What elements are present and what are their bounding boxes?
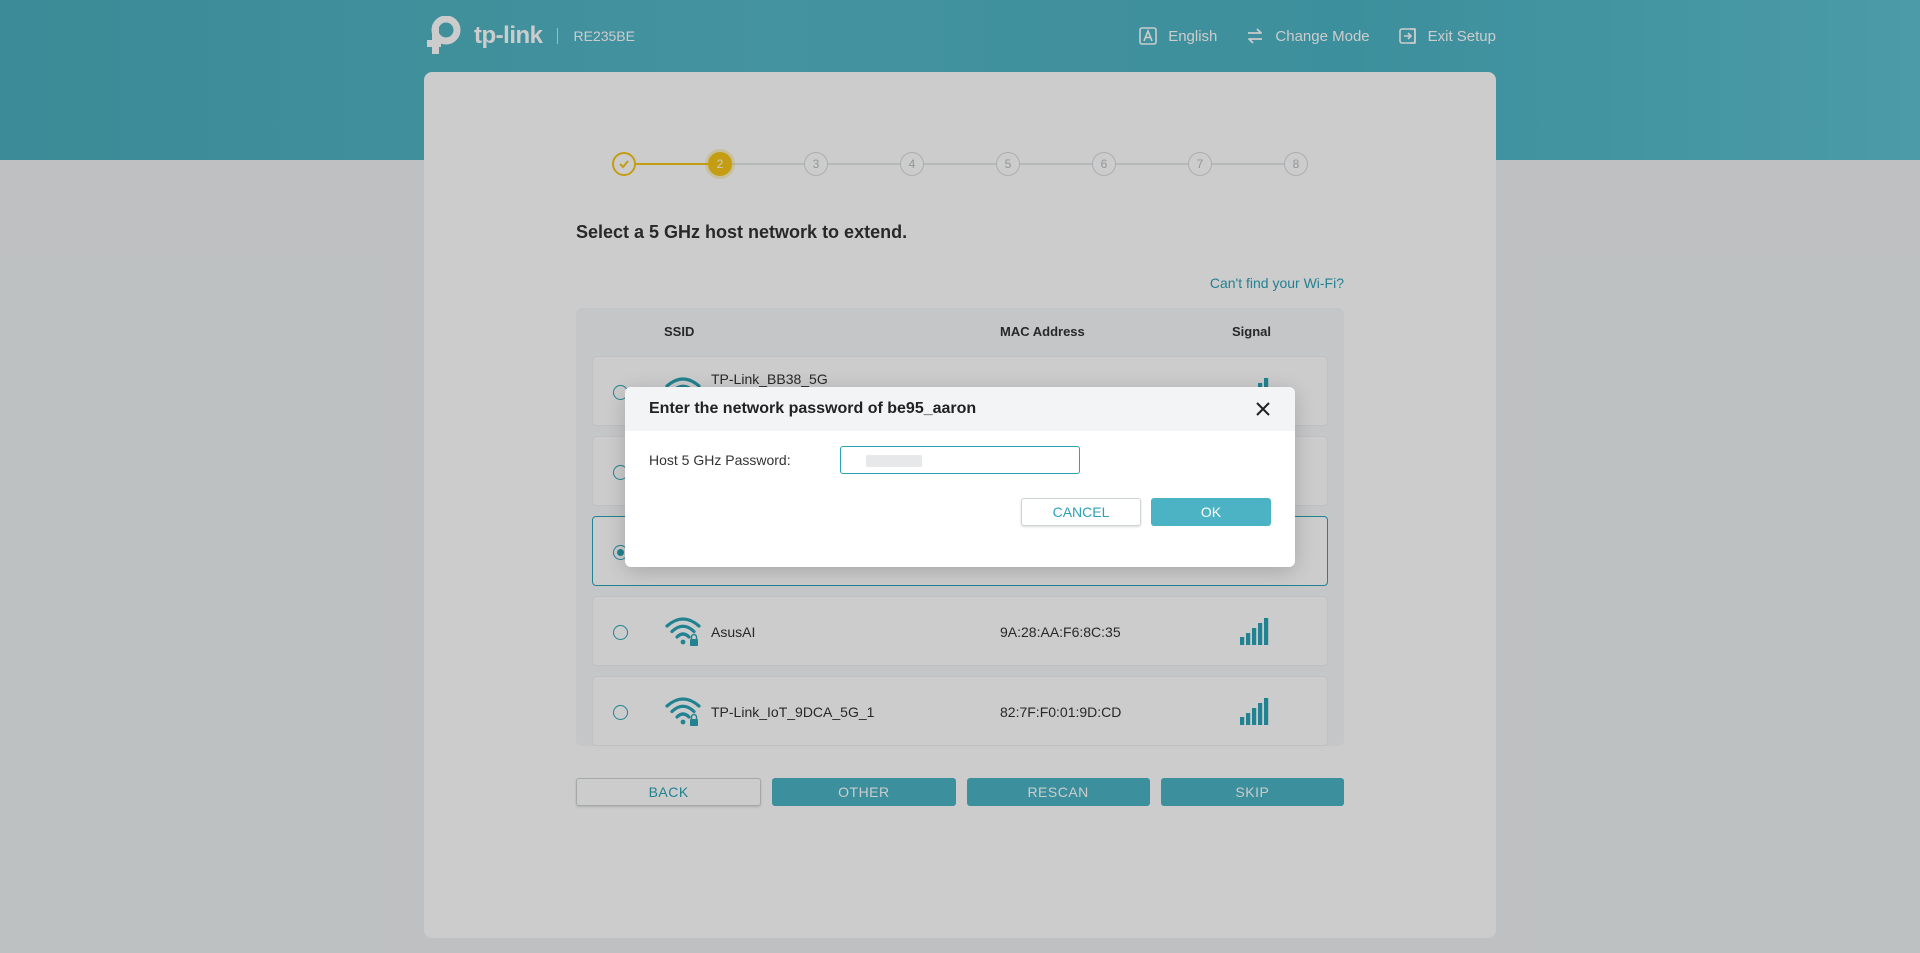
password-label: Host 5 GHz Password: <box>649 452 791 468</box>
close-icon[interactable] <box>1255 401 1271 417</box>
dialog-title: Enter the network password of be95_aaron <box>649 400 977 417</box>
dialog-header: Enter the network password of be95_aaron <box>625 387 1295 431</box>
password-mask <box>866 455 922 467</box>
ok-button[interactable]: OK <box>1151 498 1271 526</box>
password-dialog: Enter the network password of be95_aaron… <box>625 387 1295 567</box>
cancel-button[interactable]: CANCEL <box>1021 498 1141 526</box>
